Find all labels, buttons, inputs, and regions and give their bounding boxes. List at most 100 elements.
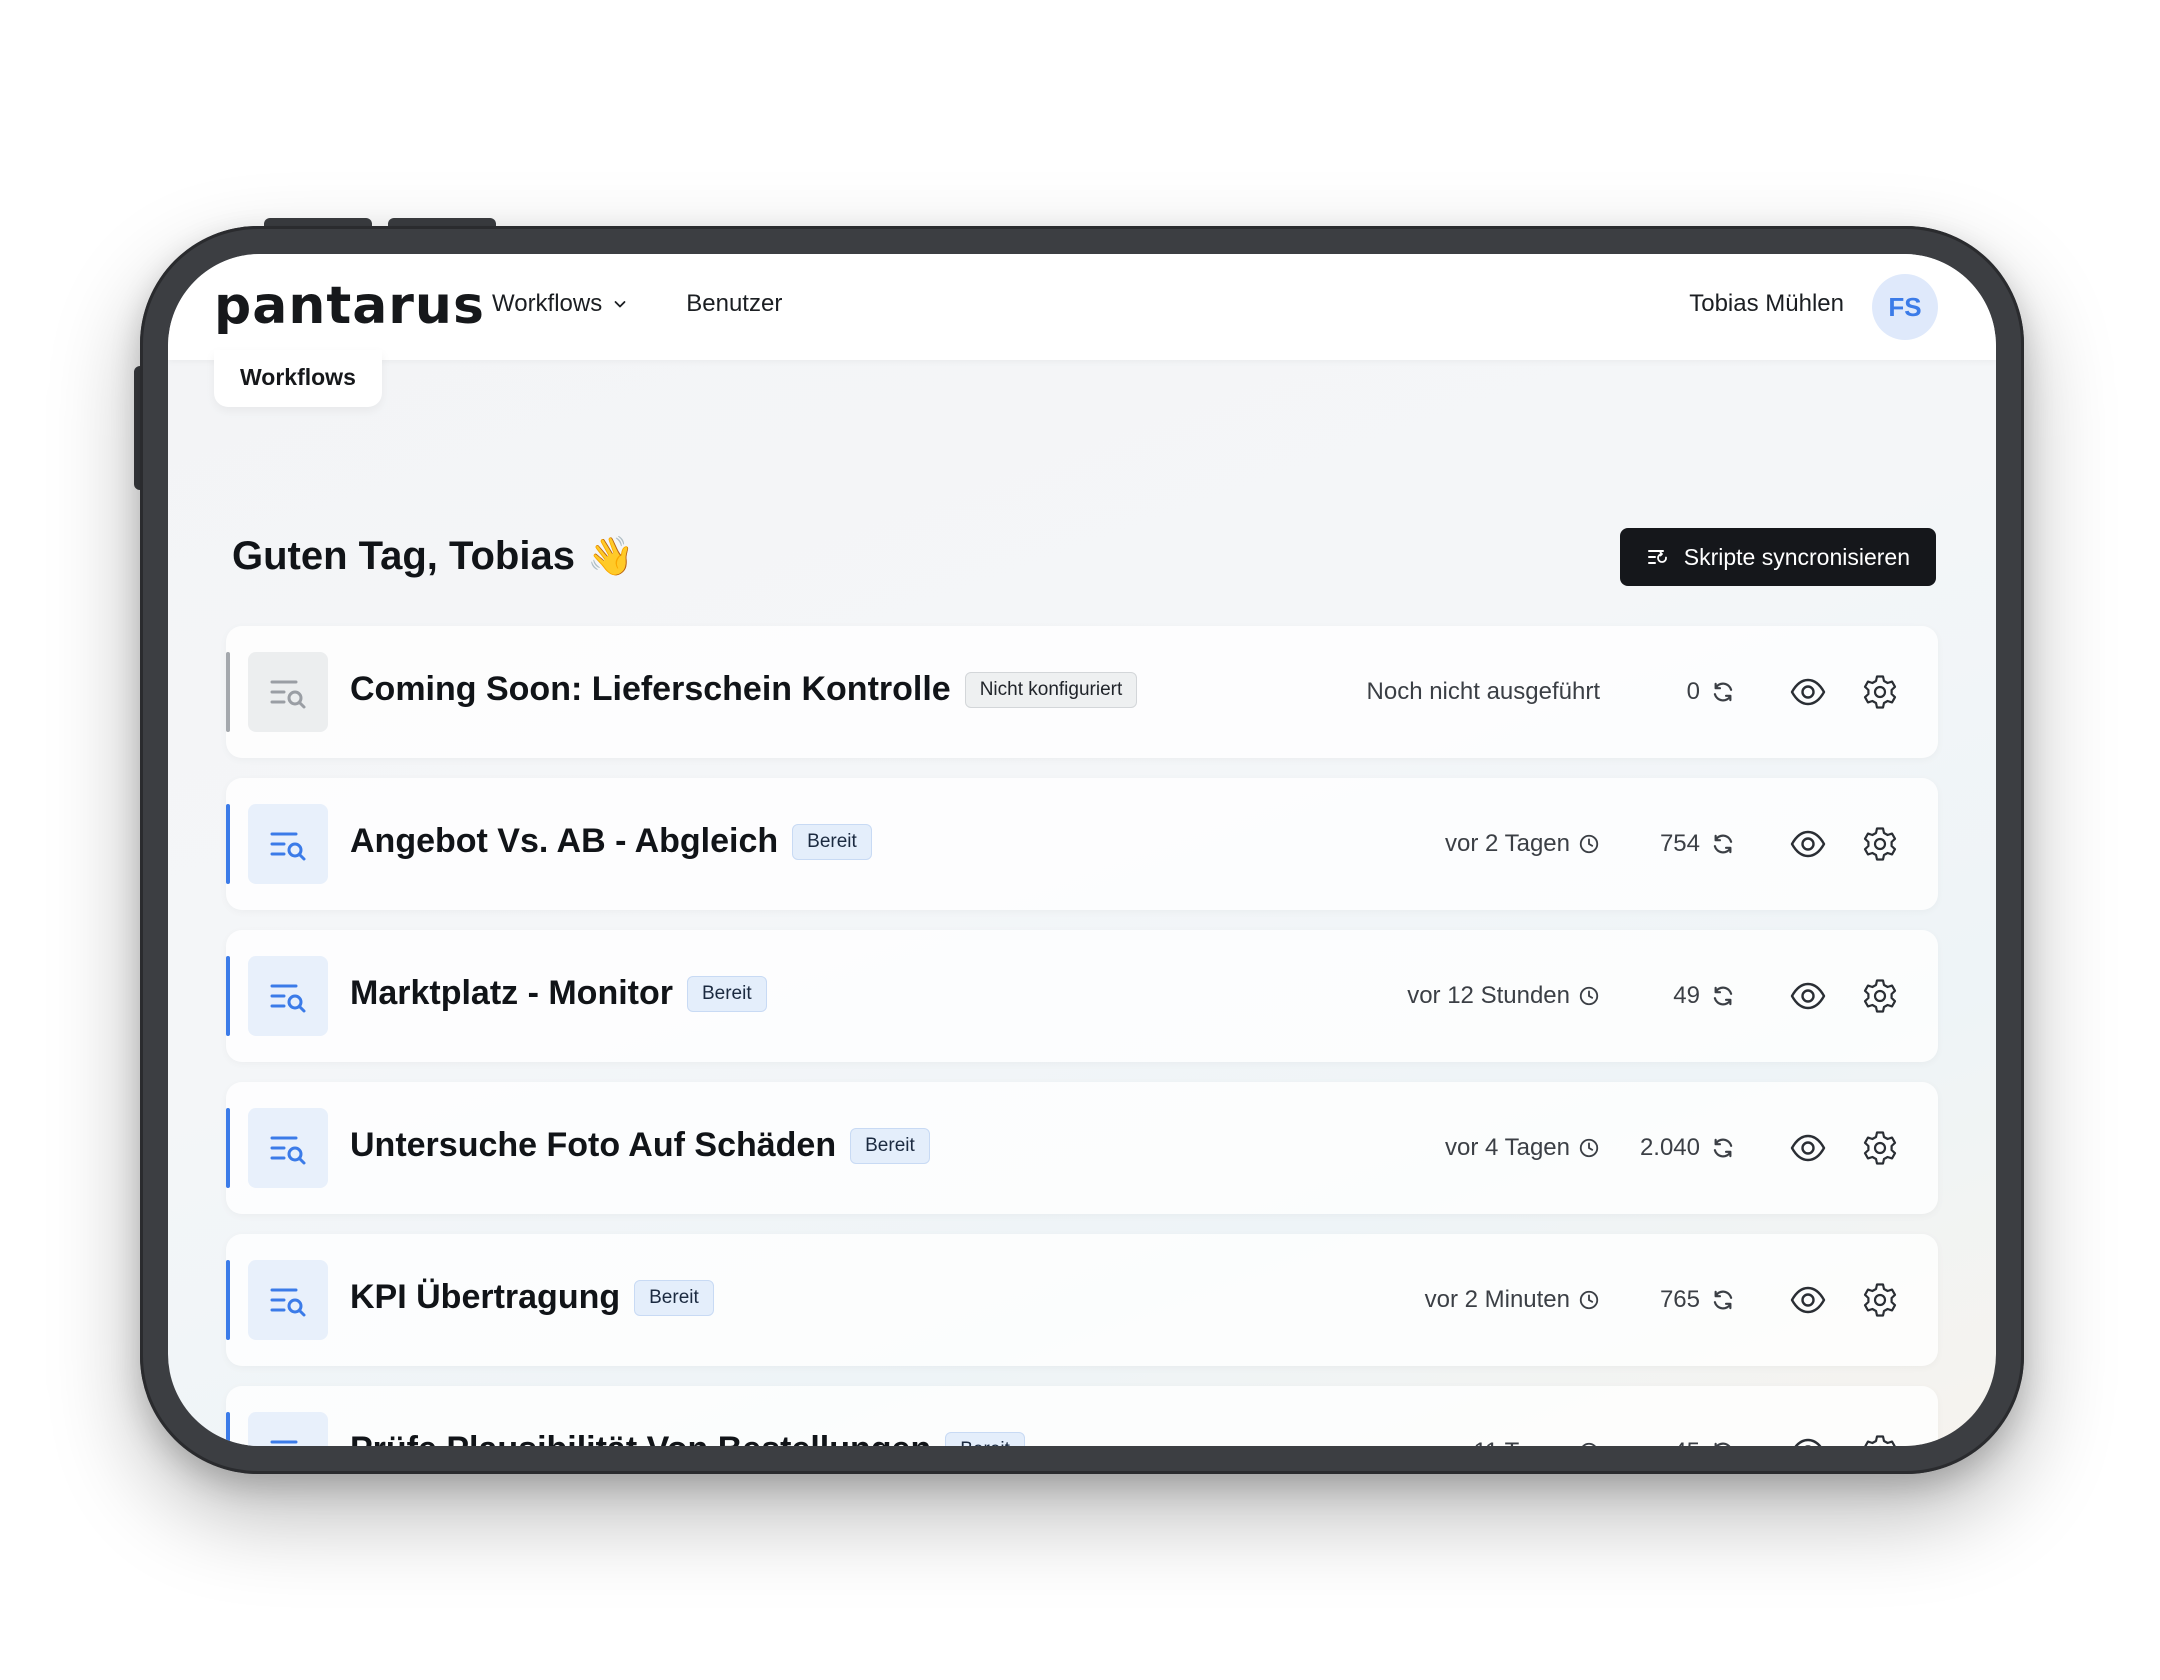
eye-icon [1790, 678, 1826, 706]
refresh-icon [1714, 1442, 1731, 1446]
workflow-row[interactable]: Untersuche Foto Auf Schäden Bereit vor 4… [226, 1082, 1938, 1214]
waving-hand-icon: 👋 [586, 535, 635, 578]
refresh-icon [1713, 986, 1733, 1006]
sync-list-icon [1647, 550, 1667, 564]
last-run-text: vor 4 Tagen [1445, 1134, 1570, 1161]
run-count: 45 [1600, 1438, 1736, 1446]
tablet-screen: pantarus Workflows Benutzer Tobias Mühle… [168, 254, 1996, 1446]
workflow-title: Untersuche Foto Auf Schäden [350, 1126, 837, 1164]
workflow-meta: vor 12 Stunden 49 [1407, 982, 1736, 1010]
run-count: 0 [1600, 678, 1736, 706]
last-run: vor 2 Minuten [1425, 1286, 1600, 1314]
eye-icon [1790, 1286, 1826, 1314]
avatar[interactable]: FS [1872, 274, 1938, 340]
workflow-title: KPI Übertragung [350, 1278, 621, 1316]
workflow-settings-button[interactable] [1860, 824, 1900, 864]
last-run-text: vor 2 Minuten [1424, 1286, 1570, 1313]
view-workflow-button[interactable] [1788, 1432, 1828, 1446]
workflow-title: Coming Soon: Lieferschein Kontrolle [350, 670, 951, 708]
row-accent-bar [226, 1412, 230, 1446]
gear-icon [1863, 1283, 1897, 1317]
workflow-row[interactable]: KPI Übertragung Bereit vor 2 Minuten 765 [226, 1234, 1938, 1366]
eye-icon [1790, 830, 1826, 858]
status-badge: Bereit [634, 1279, 714, 1316]
status-badge: Bereit [792, 823, 872, 860]
eye-icon [1790, 1134, 1826, 1162]
list-search-icon [248, 1412, 328, 1446]
gear-icon [1863, 675, 1897, 709]
workflow-settings-button[interactable] [1860, 1432, 1900, 1446]
row-accent-bar [226, 956, 230, 1036]
workflow-row[interactable]: Angebot Vs. AB - Abgleich Bereit vor 2 T… [226, 778, 1938, 910]
status-badge: Bereit [945, 1431, 1025, 1446]
nav-item-benutzer[interactable]: Benutzer [686, 290, 782, 318]
run-count-text: 45 [1673, 1438, 1700, 1446]
workflow-meta: vor 11 Tagen 45 [1433, 1438, 1736, 1446]
sync-scripts-button[interactable]: Skripte syncronisieren [1619, 528, 1936, 586]
run-count-text: 754 [1659, 830, 1700, 857]
run-count-text: 49 [1673, 982, 1700, 1009]
view-workflow-button[interactable] [1788, 824, 1828, 864]
nav-item-label: Benutzer [686, 290, 783, 317]
brand-logo[interactable]: pantarus [214, 276, 485, 336]
list-search-icon [248, 804, 328, 884]
workflow-title-group: Prüfe Plausibilität Von Bestellungen Ber… [350, 1430, 1025, 1446]
chevron-down-icon [614, 301, 626, 308]
eye-icon [1794, 1438, 1822, 1446]
gear-icon [1863, 827, 1897, 861]
run-count-text: 2.040 [1639, 1134, 1700, 1161]
greeting-text: Guten Tag, Tobias [232, 534, 575, 578]
workflow-title: Prüfe Plausibilität Von Bestellungen [350, 1430, 931, 1446]
workflow-meta: Noch nicht ausgeführt 0 [1367, 678, 1736, 706]
run-count: 2.040 [1600, 1134, 1736, 1162]
refresh-icon [1713, 834, 1733, 854]
sync-button-label: Skripte syncronisieren [1683, 543, 1910, 570]
workflow-title: Angebot Vs. AB - Abgleich [350, 822, 779, 860]
row-accent-bar [226, 1108, 230, 1188]
workflow-settings-button[interactable] [1860, 672, 1900, 712]
workflow-title: Marktplatz - Monitor [350, 974, 673, 1012]
workflow-title-group: Marktplatz - Monitor Bereit [350, 974, 767, 1013]
workflow-row[interactable]: Coming Soon: Lieferschein Kontrolle Nich… [226, 626, 1938, 758]
clock-icon [1579, 986, 1599, 1006]
workflow-row[interactable]: Prüfe Plausibilität Von Bestellungen Ber… [226, 1386, 1938, 1446]
run-count: 765 [1600, 1286, 1736, 1314]
view-workflow-button[interactable] [1788, 672, 1828, 712]
last-run-text: vor 11 Tagen [1433, 1438, 1570, 1446]
status-badge: Nicht konfiguriert [964, 671, 1138, 708]
list-search-icon [248, 956, 328, 1036]
nav-item-label: Workflows [492, 290, 603, 317]
tablet-device-frame: pantarus Workflows Benutzer Tobias Mühle… [140, 226, 2024, 1474]
run-count: 754 [1600, 830, 1736, 858]
last-run-text: Noch nicht ausgeführt [1366, 678, 1600, 705]
last-run: vor 2 Tagen [1445, 830, 1600, 858]
workflow-settings-button[interactable] [1860, 976, 1900, 1016]
list-search-icon [248, 1108, 328, 1188]
gear-icon [1863, 979, 1897, 1013]
clock-icon [1579, 834, 1599, 854]
nav-item-workflows[interactable]: Workflows [492, 290, 628, 318]
last-run-text: vor 2 Tagen [1445, 830, 1570, 857]
workflow-settings-button[interactable] [1860, 1280, 1900, 1320]
row-accent-bar [226, 804, 230, 884]
workflow-meta: vor 2 Tagen 754 [1445, 830, 1736, 858]
refresh-icon [1713, 1138, 1733, 1158]
workflow-meta: vor 4 Tagen 2.040 [1445, 1134, 1736, 1162]
view-workflow-button[interactable] [1788, 1128, 1828, 1168]
main-nav: Workflows Benutzer [492, 290, 782, 318]
run-count: 49 [1600, 982, 1736, 1010]
top-navigation-bar: pantarus Workflows Benutzer Tobias Mühle… [168, 254, 1996, 360]
view-workflow-button[interactable] [1788, 976, 1828, 1016]
workflow-title-group: Angebot Vs. AB - Abgleich Bereit [350, 822, 872, 861]
last-run: vor 12 Stunden [1407, 982, 1600, 1010]
workflow-row[interactable]: Marktplatz - Monitor Bereit vor 12 Stund… [226, 930, 1938, 1062]
row-accent-bar [226, 1260, 230, 1340]
clock-icon [1582, 1442, 1596, 1446]
tab-workflows[interactable]: Workflows [214, 350, 382, 407]
list-search-icon [248, 1260, 328, 1340]
workflow-list: Coming Soon: Lieferschein Kontrolle Nich… [226, 626, 1938, 1446]
workflow-settings-button[interactable] [1860, 1128, 1900, 1168]
run-count-text: 0 [1686, 678, 1700, 705]
list-search-icon [248, 652, 328, 732]
view-workflow-button[interactable] [1788, 1280, 1828, 1320]
